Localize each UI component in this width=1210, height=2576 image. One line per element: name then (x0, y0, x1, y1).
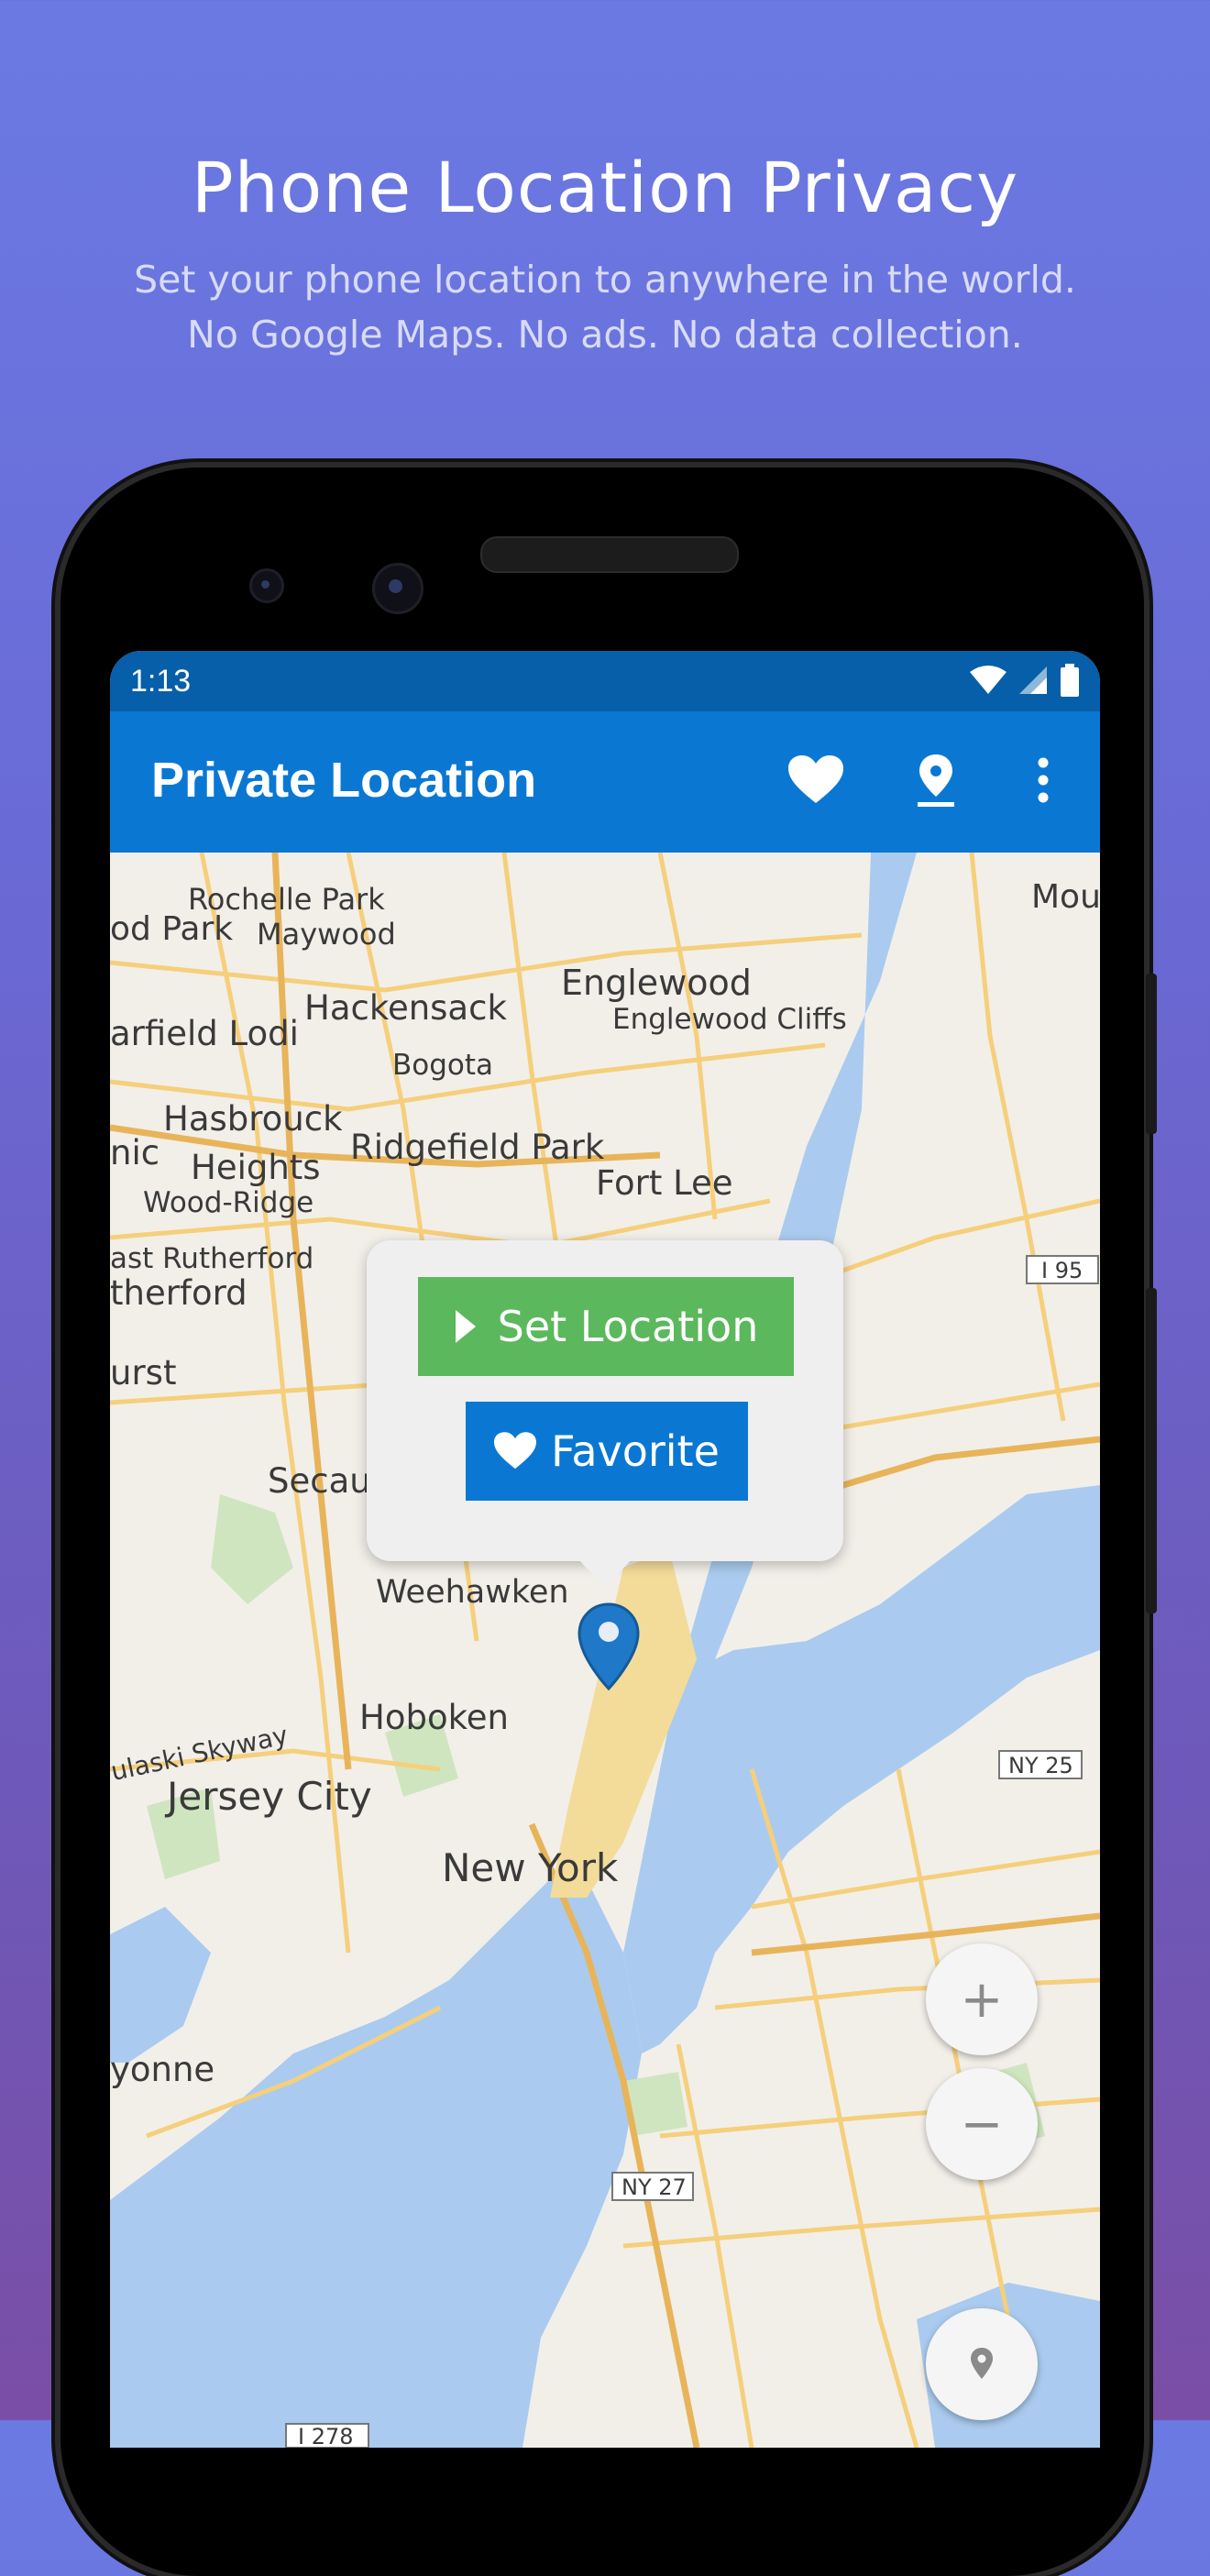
pin-icon (971, 2348, 993, 2379)
map-label: yonne (110, 2050, 214, 2089)
phone-side-button-top (1146, 974, 1157, 1134)
front-camera-icon (249, 568, 284, 603)
map-label: Hasbrouck (163, 1099, 343, 1139)
map-label: Heights (191, 1148, 321, 1187)
location-pin-button[interactable] (904, 748, 968, 812)
map-label: nic (110, 1133, 160, 1172)
favorite-label: Favorite (551, 1426, 720, 1476)
promo-title: Phone Location Privacy (191, 147, 1019, 228)
wifi-icon (970, 666, 1006, 694)
favorites-button[interactable] (784, 748, 848, 812)
map-label: Wood-Ridge (143, 1186, 314, 1219)
map-canvas: Rochelle Park od Park Maywood Mou Englew… (110, 853, 1100, 2448)
map-label: I 278 (298, 2424, 354, 2448)
map-label: Mou (1031, 878, 1100, 916)
phone-speaker (480, 536, 739, 573)
map-label: therford (110, 1273, 248, 1313)
map-label: NY 27 (622, 2174, 687, 2200)
plus-icon: + (960, 1969, 1004, 2030)
favorite-button[interactable]: Favorite (466, 1402, 748, 1501)
play-icon (455, 1310, 476, 1343)
map-label: Weehawken (376, 1574, 569, 1611)
map-view[interactable]: Rochelle Park od Park Maywood Mou Englew… (110, 853, 1100, 2448)
map-label: Englewood Cliffs (612, 1003, 847, 1036)
overflow-menu-button[interactable] (1011, 748, 1075, 812)
phone-side-button-bottom (1146, 1288, 1157, 1613)
map-label: Ridgefield Park (350, 1128, 605, 1167)
battery-icon (1061, 664, 1079, 697)
status-time: 1:13 (130, 664, 192, 699)
my-location-button[interactable] (926, 2308, 1038, 2420)
more-vert-icon (1038, 757, 1049, 803)
front-sensor-icon (372, 563, 424, 614)
zoom-out-button[interactable]: − (926, 2068, 1038, 2180)
phone-screen: 1:13 Private Location Rochelle Park od P… (110, 651, 1100, 2448)
minus-icon: − (960, 2094, 1004, 2154)
pin-icon (918, 754, 954, 807)
app-bar: Private Location (110, 711, 1100, 853)
heart-icon (494, 1432, 537, 1470)
heart-icon (788, 755, 843, 803)
promo-subtitle-line1: Set your phone location to anywhere in t… (134, 258, 1076, 302)
app-title: Private Location (151, 753, 537, 808)
map-label: Fort Lee (596, 1163, 733, 1203)
cell-signal-icon (1019, 666, 1047, 694)
map-label: NY 25 (1008, 1753, 1073, 1778)
map-label: urst (110, 1353, 176, 1393)
popup-pointer (578, 1558, 632, 1588)
promo-subtitle: Set your phone location to anywhere in t… (0, 252, 1210, 362)
map-label: od Park (110, 910, 233, 948)
set-location-button[interactable]: Set Location (418, 1277, 794, 1376)
map-label: Bogota (392, 1049, 493, 1082)
map-label: New York (442, 1845, 619, 1890)
map-label: arfield Lodi (110, 1014, 299, 1053)
set-location-label: Set Location (497, 1302, 759, 1351)
map-label: ast Rutherford (110, 1242, 314, 1275)
promo-subtitle-line2: No Google Maps. No ads. No data collecti… (187, 313, 1023, 357)
zoom-in-button[interactable]: + (926, 1943, 1038, 2055)
map-label: I 95 (1041, 1258, 1083, 1283)
map-label: Hackensack (304, 988, 507, 1028)
map-label: Englewood (561, 963, 752, 1003)
map-label: Secau (268, 1461, 371, 1501)
map-label: Jersey City (164, 1774, 372, 1819)
map-label: Maywood (257, 917, 396, 952)
map-label: Hoboken (359, 1698, 509, 1737)
status-bar: 1:13 (110, 651, 1100, 711)
